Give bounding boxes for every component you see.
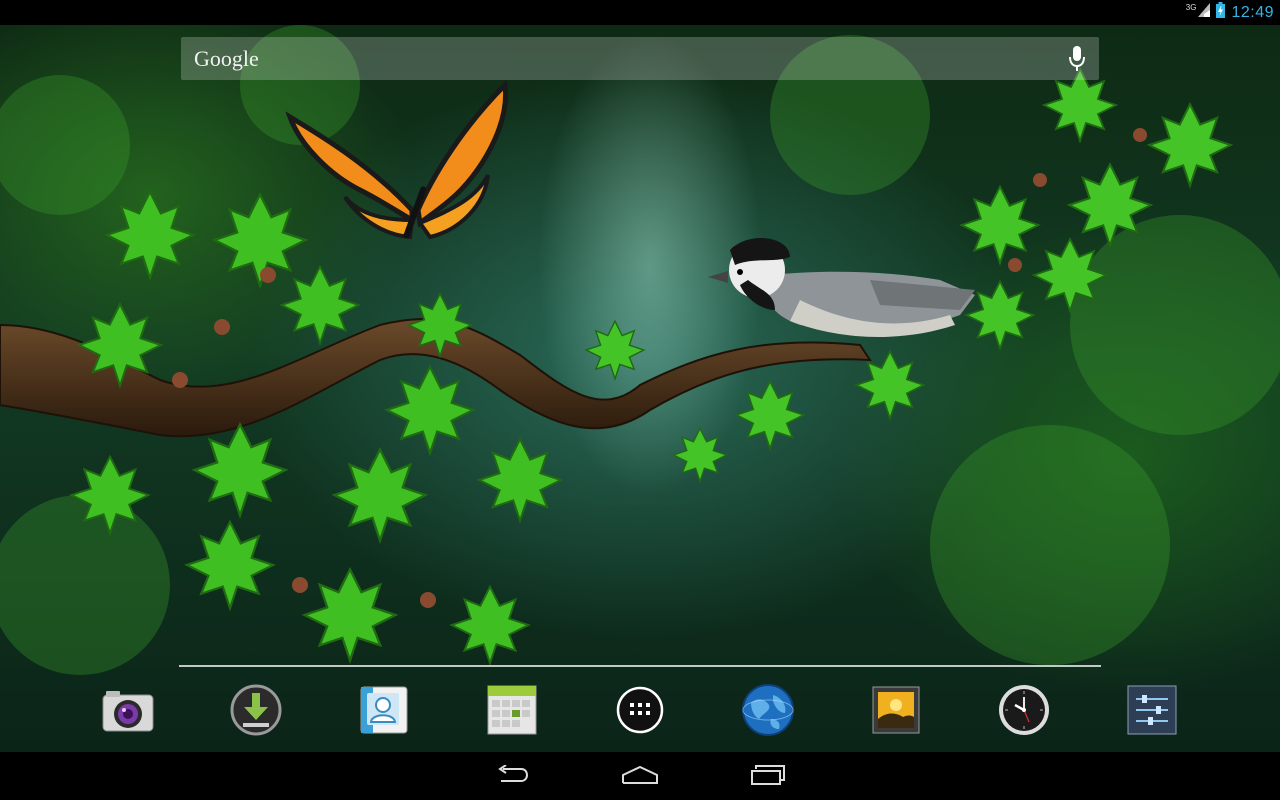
- clock-app[interactable]: [994, 682, 1054, 742]
- gallery-icon: [871, 685, 921, 740]
- camera-icon: [100, 685, 156, 740]
- google-logo[interactable]: Google: [194, 46, 259, 72]
- back-button[interactable]: [482, 760, 542, 794]
- download-icon: [229, 683, 283, 742]
- camera-app[interactable]: [98, 682, 158, 742]
- live-wallpaper: [0, 25, 1280, 752]
- calendar-app[interactable]: [482, 682, 542, 742]
- status-bar: 3G 12:49: [0, 0, 1280, 25]
- calendar-icon: [486, 684, 538, 741]
- bird-illustration: [708, 238, 975, 337]
- back-icon: [495, 763, 529, 790]
- clock-icon: [997, 683, 1051, 742]
- all-apps-icon: [616, 686, 664, 739]
- browser-app[interactable]: [738, 682, 798, 742]
- signal-icon: [1198, 3, 1211, 22]
- all-apps-button[interactable]: [610, 682, 670, 742]
- browser-globe-icon: [741, 683, 795, 742]
- contacts-icon: [358, 684, 410, 741]
- mic-icon[interactable]: [1069, 46, 1085, 72]
- contacts-app[interactable]: [354, 682, 414, 742]
- recent-apps-icon: [750, 764, 786, 790]
- clock-time: 12:49: [1231, 3, 1274, 21]
- navigation-bar: [0, 752, 1280, 800]
- google-search-bar[interactable]: Google: [181, 37, 1099, 80]
- status-icons: 3G 12:49: [1186, 0, 1274, 25]
- settings-app[interactable]: [1122, 682, 1182, 742]
- home-button[interactable]: [610, 760, 670, 794]
- gallery-app[interactable]: [866, 682, 926, 742]
- battery-charging-icon: [1216, 2, 1226, 23]
- app-dock: [0, 672, 1280, 750]
- network-type-label: 3G: [1185, 3, 1197, 12]
- home-icon: [621, 765, 659, 790]
- dock-divider: [179, 665, 1101, 667]
- recent-apps-button[interactable]: [738, 760, 798, 794]
- settings-icon: [1126, 684, 1178, 741]
- wallpaper-scene: [0, 25, 1280, 675]
- downloads-app[interactable]: [226, 682, 286, 742]
